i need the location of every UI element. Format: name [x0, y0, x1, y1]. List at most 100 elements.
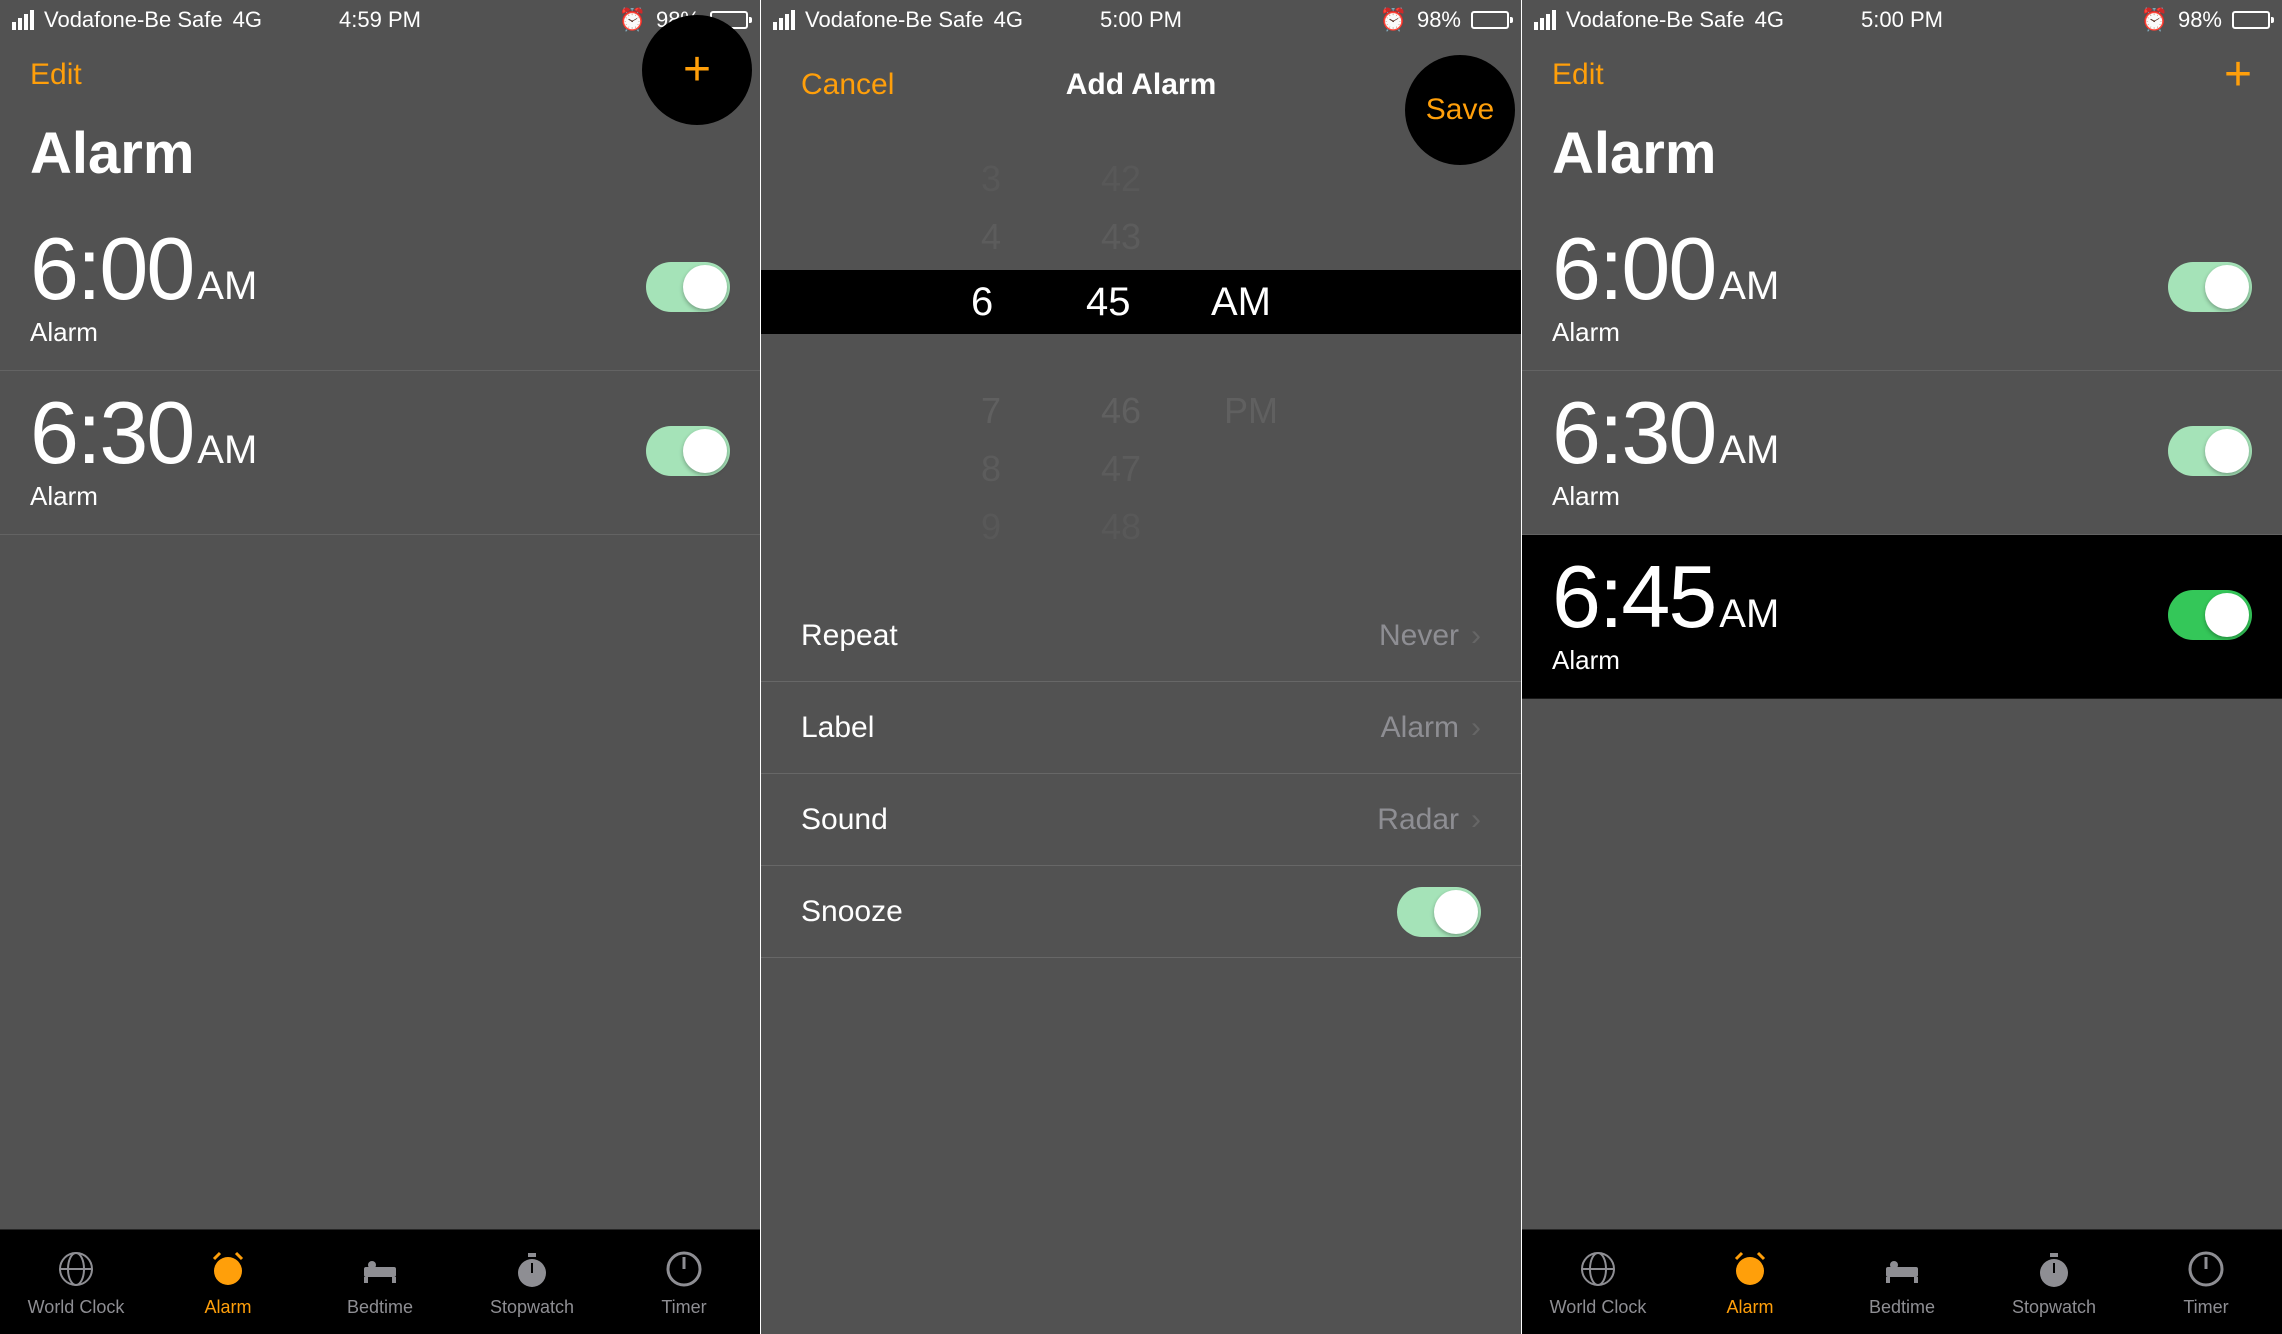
stopwatch-icon — [2032, 1247, 2076, 1291]
chevron-right-icon: › — [1471, 803, 1481, 837]
time-picker[interactable]: 3 4 5 . 7 8 9 42 43 44 . 46 47 48 .... P… — [761, 150, 1521, 450]
alarm-toggle[interactable] — [646, 262, 730, 312]
status-bar: Vodafone-Be Safe 4G 4:59 PM ⏰ 98% — [0, 0, 760, 40]
bed-icon — [1880, 1247, 1924, 1291]
save-button-highlight: Save — [1405, 55, 1515, 165]
tab-bar: World Clock Alarm Bedtime Stopwatch Time… — [0, 1229, 760, 1334]
tab-stopwatch[interactable]: Stopwatch — [456, 1230, 608, 1334]
alarm-ampm: AM — [1719, 428, 1779, 472]
battery-icon — [2232, 11, 2270, 29]
add-alarm-button[interactable]: + — [683, 46, 711, 94]
alarm-time: 6:00 — [1552, 219, 1715, 318]
edit-button[interactable]: Edit — [1552, 58, 1604, 92]
sound-value: Radar — [1377, 803, 1459, 837]
carrier-label: Vodafone-Be Safe — [1566, 7, 1745, 33]
alarm-toggle[interactable] — [2168, 426, 2252, 476]
add-alarm-button[interactable]: + — [2224, 51, 2252, 99]
network-label: 4G — [1755, 7, 1784, 33]
alarm-toggle[interactable] — [2168, 590, 2252, 640]
alarm-time: 6:45 — [1552, 547, 1715, 646]
tab-timer[interactable]: Timer — [2130, 1230, 2282, 1334]
snooze-label: Snooze — [801, 895, 903, 929]
tab-stopwatch[interactable]: Stopwatch — [1978, 1230, 2130, 1334]
tab-bedtime[interactable]: Bedtime — [304, 1230, 456, 1334]
save-button[interactable]: Save — [1426, 93, 1494, 127]
alarm-time: 6:00 — [30, 219, 193, 318]
network-label: 4G — [233, 7, 262, 33]
alarm-ampm: AM — [1719, 592, 1779, 636]
alarm-row[interactable]: 6:00AM Alarm — [1522, 207, 2282, 371]
alarm-row[interactable]: 6:30AM Alarm — [1522, 371, 2282, 535]
alarm-row-new[interactable]: 6:45AM Alarm — [1522, 535, 2282, 699]
alarm-indicator-icon: ⏰ — [1380, 7, 1407, 33]
alarm-ampm: AM — [197, 264, 257, 308]
stopwatch-icon — [510, 1247, 554, 1291]
alarm-indicator-icon: ⏰ — [2141, 7, 2168, 33]
sound-label: Sound — [801, 803, 888, 837]
battery-percent: 98% — [2178, 7, 2222, 33]
label-value: Alarm — [1381, 711, 1459, 745]
tab-worldclock[interactable]: World Clock — [1522, 1230, 1674, 1334]
status-bar: Vodafone-Be Safe 4G 5:00 PM ⏰ 98% — [761, 0, 1521, 40]
alarm-label: Alarm — [30, 317, 257, 348]
alarm-time: 6:30 — [30, 383, 193, 482]
globe-icon — [54, 1247, 98, 1291]
snooze-toggle[interactable] — [1397, 887, 1481, 937]
alarm-ampm: AM — [197, 428, 257, 472]
sound-row[interactable]: Sound Radar › — [761, 774, 1521, 866]
chevron-right-icon: › — [1471, 711, 1481, 745]
picker-selected-ampm: AM — [1211, 280, 1271, 325]
tab-alarm[interactable]: Alarm — [152, 1230, 304, 1334]
screen-alarm-list: Vodafone-Be Safe 4G 4:59 PM ⏰ 98% Edit +… — [0, 0, 760, 1334]
alarm-ampm: AM — [1719, 264, 1779, 308]
add-button-highlight: + — [642, 15, 752, 125]
signal-icon — [773, 10, 795, 30]
label-label: Label — [801, 711, 874, 745]
alarm-icon — [1728, 1247, 1772, 1291]
chevron-right-icon: › — [1471, 619, 1481, 653]
alarm-toggle[interactable] — [646, 426, 730, 476]
carrier-label: Vodafone-Be Safe — [44, 7, 223, 33]
snooze-row: Snooze — [761, 866, 1521, 958]
label-row[interactable]: Label Alarm › — [761, 682, 1521, 774]
battery-percent: 98% — [1417, 7, 1461, 33]
tab-bedtime[interactable]: Bedtime — [1826, 1230, 1978, 1334]
alarm-label: Alarm — [1552, 481, 1779, 512]
alarm-toggle[interactable] — [2168, 262, 2252, 312]
alarm-label: Alarm — [30, 481, 257, 512]
network-label: 4G — [994, 7, 1023, 33]
page-title: Alarm — [0, 110, 760, 207]
repeat-value: Never — [1379, 619, 1459, 653]
tab-bar: World Clock Alarm Bedtime Stopwatch Time… — [1522, 1229, 2282, 1334]
globe-icon — [1576, 1247, 1620, 1291]
cancel-button[interactable]: Cancel — [801, 68, 894, 102]
status-bar: Vodafone-Be Safe 4G 5:00 PM ⏰ 98% — [1522, 0, 2282, 40]
alarm-time: 6:30 — [1552, 383, 1715, 482]
battery-icon — [1471, 11, 1509, 29]
screen-add-alarm: Vodafone-Be Safe 4G 5:00 PM ⏰ 98% Cancel… — [761, 0, 1521, 1334]
signal-icon — [12, 10, 34, 30]
alarm-row[interactable]: 6:30AM Alarm — [0, 371, 760, 535]
signal-icon — [1534, 10, 1556, 30]
nav-header: Edit + — [1522, 40, 2282, 110]
tab-alarm[interactable]: Alarm — [1674, 1230, 1826, 1334]
alarm-row[interactable]: 6:00AM Alarm — [0, 207, 760, 371]
page-title: Alarm — [1522, 110, 2282, 207]
timer-icon — [2184, 1247, 2228, 1291]
alarm-settings: Repeat Never› Label Alarm› Sound Radar› … — [761, 590, 1521, 958]
repeat-label: Repeat — [801, 619, 898, 653]
carrier-label: Vodafone-Be Safe — [805, 7, 984, 33]
timer-icon — [662, 1247, 706, 1291]
screen-alarm-list-after: Vodafone-Be Safe 4G 5:00 PM ⏰ 98% Edit +… — [1522, 0, 2282, 1334]
alarm-label: Alarm — [1552, 317, 1779, 348]
picker-selection-bar: 6 45 AM — [761, 270, 1521, 334]
tab-timer[interactable]: Timer — [608, 1230, 760, 1334]
picker-selected-minute: 45 — [1086, 280, 1131, 325]
tab-worldclock[interactable]: World Clock — [0, 1230, 152, 1334]
edit-button[interactable]: Edit — [30, 58, 82, 92]
repeat-row[interactable]: Repeat Never › — [761, 590, 1521, 682]
alarm-indicator-icon: ⏰ — [619, 7, 646, 33]
alarm-icon — [206, 1247, 250, 1291]
picker-selected-hour: 6 — [971, 280, 993, 325]
alarm-label: Alarm — [1552, 645, 1779, 676]
